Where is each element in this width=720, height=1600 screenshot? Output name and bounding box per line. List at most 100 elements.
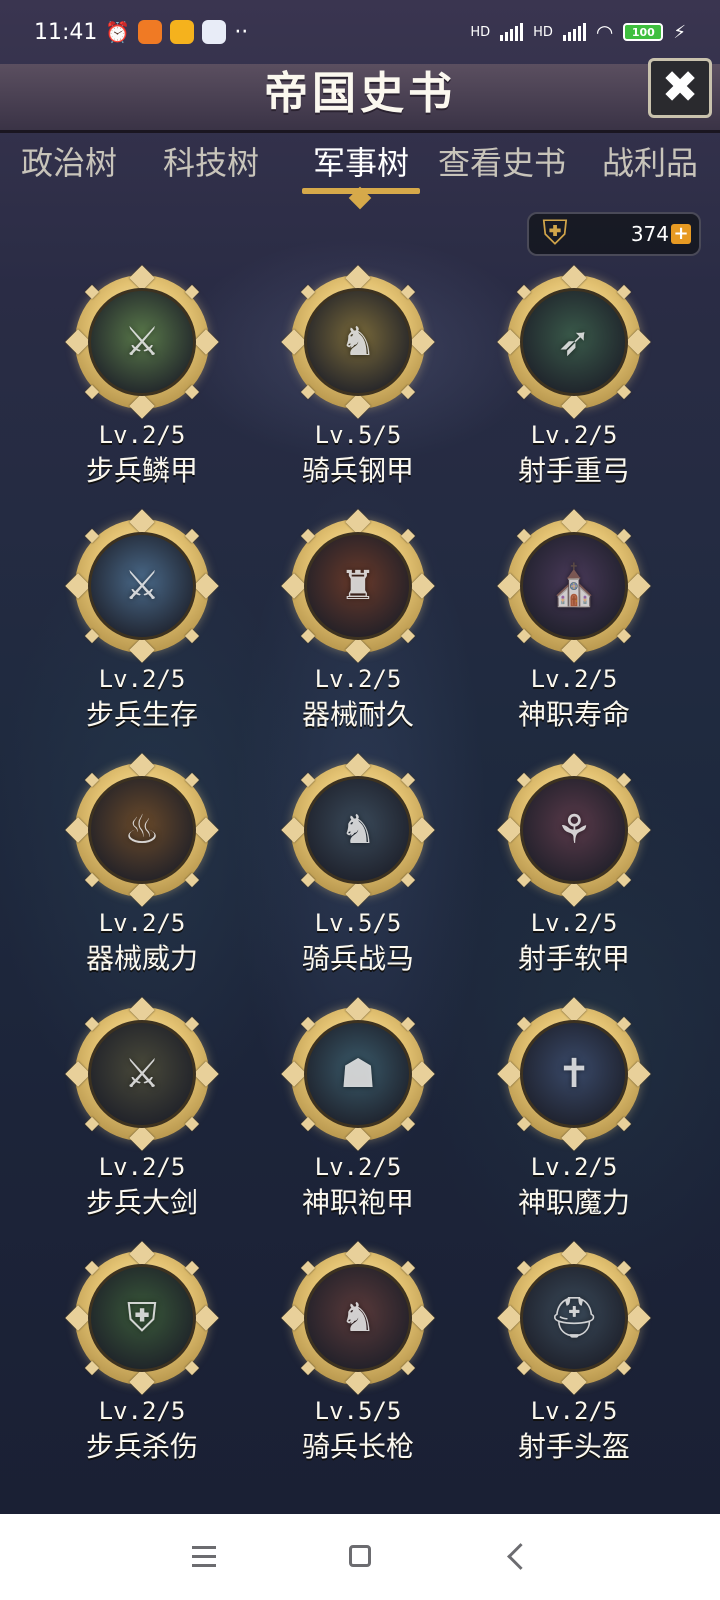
skill-item[interactable]: ♜ Lv.2/5 器械耐久 (258, 509, 458, 749)
skill-item[interactable]: ⛑ Lv.2/5 射手头盔 (474, 1241, 674, 1481)
skill-medal[interactable]: ♞ (281, 1241, 435, 1395)
skill-item[interactable]: ♨ Lv.2/5 器械威力 (42, 753, 242, 993)
skill-figure: ⚔ (124, 1051, 160, 1097)
skill-figure: ♞ (340, 319, 376, 365)
skill-name: 射手头盔 (517, 1430, 630, 1463)
skill-medal[interactable]: ⚔ (65, 997, 219, 1151)
skill-figure: ⚔ (124, 319, 160, 365)
tab-history-book[interactable]: 查看史书 (430, 138, 574, 194)
home-button[interactable] (340, 1536, 380, 1576)
skill-item[interactable]: ☗ Lv.2/5 神职袍甲 (258, 997, 458, 1237)
skill-figure: ⛨ (127, 1295, 157, 1341)
skill-medal[interactable]: ⛪ (497, 509, 651, 663)
system-nav-bar (0, 1514, 720, 1600)
skill-medal[interactable]: ☗ (281, 997, 435, 1151)
priest-council-icon: ✝ (520, 1020, 628, 1128)
skill-medal[interactable]: ⚘ (497, 753, 651, 907)
skill-figure: ♞ (340, 807, 376, 853)
skill-name: 步兵生存 (85, 698, 198, 731)
burning-castle-icon: ♜ (304, 532, 412, 640)
skill-level: Lv.2/5 (98, 1153, 186, 1181)
skill-item[interactable]: ♞ Lv.5/5 骑兵长枪 (258, 1241, 458, 1481)
skill-item[interactable]: ➶ Lv.2/5 射手重弓 (474, 265, 674, 505)
skill-medal[interactable]: ✝ (497, 997, 651, 1151)
infantry-survivor-icon: ⚔ (88, 532, 196, 640)
skill-name: 步兵大剑 (85, 1186, 198, 1219)
skill-item[interactable]: ♞ Lv.5/5 骑兵钢甲 (258, 265, 458, 505)
skill-level: Lv.2/5 (530, 1153, 618, 1181)
skill-item[interactable]: ⚘ Lv.2/5 射手软甲 (474, 753, 674, 993)
tab-technology[interactable]: 科技树 (156, 138, 266, 194)
skill-item[interactable]: ♞ Lv.5/5 骑兵战马 (258, 753, 458, 993)
skill-medal[interactable]: ⛑ (497, 1241, 651, 1395)
forest-ruin-icon: ⚘ (520, 776, 628, 884)
skill-medal[interactable]: ⛨ (65, 1241, 219, 1395)
skill-item[interactable]: ⛪ Lv.2/5 神职寿命 (474, 509, 674, 749)
skill-item[interactable]: ⚔ Lv.2/5 步兵大剑 (42, 997, 242, 1237)
page-title: 帝国史书 (264, 68, 456, 119)
skill-medal[interactable]: ♞ (281, 265, 435, 419)
skill-medal[interactable]: ⚔ (65, 509, 219, 663)
menu-button[interactable] (184, 1536, 224, 1576)
network-label-1: HD (470, 24, 491, 40)
currency-amount: 374 (630, 222, 669, 246)
archer-soldiers-icon: ➶ (520, 288, 628, 396)
skill-medal[interactable]: ♨ (65, 753, 219, 907)
shield-warrior-icon: ⛨ (88, 1264, 196, 1372)
forge-fire-icon: ♨ (88, 776, 196, 884)
skill-item[interactable]: ⚔ Lv.2/5 步兵鳞甲 (42, 265, 242, 505)
weibo-icon (170, 20, 195, 44)
home-icon (349, 1545, 371, 1567)
skill-level: Lv.5/5 (314, 909, 402, 937)
baidu-icon (202, 20, 227, 44)
battery-level: 100 (631, 25, 655, 39)
close-button[interactable]: ✖ (648, 58, 712, 118)
skill-level: Lv.2/5 (98, 1397, 186, 1425)
helmet-archer-icon: ⛑ (520, 1264, 628, 1372)
skill-item[interactable]: ✝ Lv.2/5 神职魔力 (474, 997, 674, 1237)
skill-figure: ☗ (340, 1051, 376, 1097)
skill-name: 神职魔力 (517, 1186, 630, 1219)
tab-politics[interactable]: 政治树 (14, 138, 124, 194)
war-horse-icon: ♞ (304, 776, 412, 884)
cathedral-interior-icon: ⛪ (520, 532, 628, 640)
skill-name: 射手重弓 (517, 454, 630, 487)
tab-military[interactable]: 军事树 (304, 138, 418, 194)
skill-level: Lv.2/5 (530, 909, 618, 937)
cavalry-rider-icon: ♞ (304, 288, 412, 396)
skill-figure: ⚘ (556, 807, 592, 853)
status-bar: 11:41 ⏰ ·· HD HD ◠ 100 ⚡ (0, 0, 720, 64)
skill-figure: ♜ (340, 563, 376, 609)
infantry-knights-icon: ⚔ (88, 288, 196, 396)
skill-name: 射手软甲 (517, 942, 630, 975)
alarm-icon: ⏰ (105, 20, 131, 44)
skill-name: 骑兵战马 (301, 942, 414, 975)
skill-figure: ♨ (124, 807, 160, 853)
skill-figure: ⛪ (549, 563, 599, 609)
skill-name: 神职寿命 (517, 698, 630, 731)
skill-item[interactable]: ⛨ Lv.2/5 步兵杀伤 (42, 1241, 242, 1481)
skill-level: Lv.5/5 (314, 421, 402, 449)
tab-loot[interactable]: 战利品 (594, 138, 706, 194)
skill-medal[interactable]: ⚔ (65, 265, 219, 419)
skill-level: Lv.2/5 (530, 421, 618, 449)
skill-name: 神职袍甲 (301, 1186, 414, 1219)
skill-figure: ⚔ (124, 563, 160, 609)
app-notification-icon (138, 20, 163, 44)
skill-medal[interactable]: ➶ (497, 265, 651, 419)
skill-name: 器械耐久 (301, 698, 414, 731)
skill-level: Lv.2/5 (314, 1153, 402, 1181)
skill-name: 步兵杀伤 (85, 1430, 198, 1463)
skill-item[interactable]: ⚔ Lv.2/5 步兵生存 (42, 509, 242, 749)
close-icon: ✖ (661, 62, 699, 113)
skill-figure: ✝ (557, 1051, 591, 1097)
skill-medal[interactable]: ♞ (281, 753, 435, 907)
add-currency-button[interactable]: + (671, 224, 691, 244)
signal-icon-1 (500, 23, 524, 41)
skill-name: 骑兵钢甲 (301, 454, 414, 487)
skill-name: 步兵鳞甲 (85, 454, 198, 487)
back-button[interactable] (496, 1536, 536, 1576)
skill-medal[interactable]: ♜ (281, 509, 435, 663)
greatsword-knight-icon: ⚔ (88, 1020, 196, 1128)
skill-level: Lv.5/5 (314, 1397, 402, 1425)
